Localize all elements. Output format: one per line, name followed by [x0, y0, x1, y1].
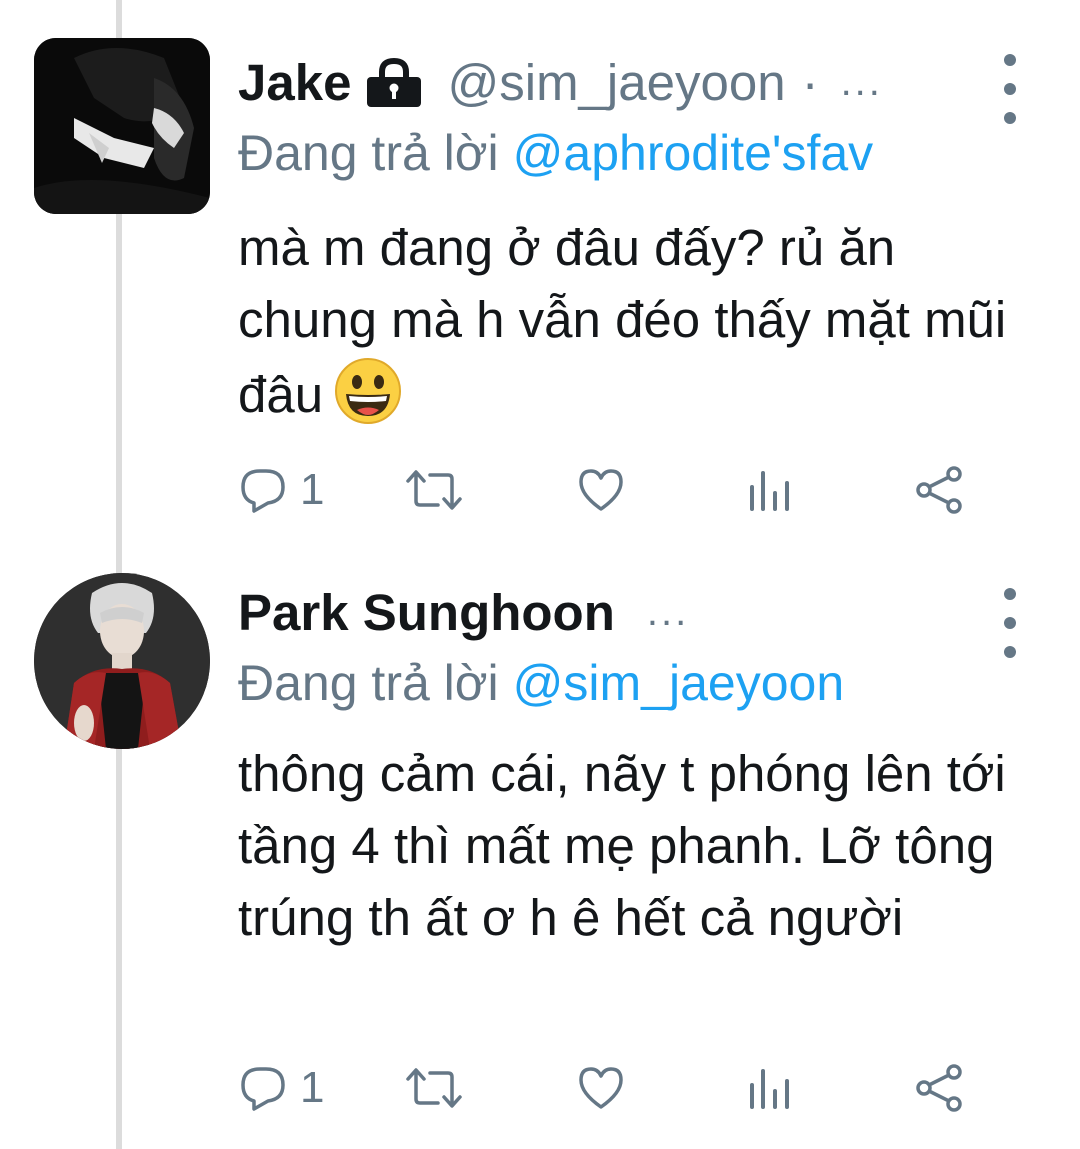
replying-to: Đang trả lời @sim_jaeyoon	[238, 654, 844, 712]
timestamp-ellipsis: ...	[840, 59, 883, 104]
tweet-header: Park Sunghoon ...	[238, 580, 689, 644]
more-vertical-icon[interactable]	[998, 54, 1022, 124]
reply-button[interactable]: 1	[238, 460, 324, 520]
tweet-actions: 1	[238, 1058, 998, 1118]
tweet-actions: 1	[238, 460, 998, 520]
retweet-icon	[404, 465, 464, 515]
replying-to-label: Đang trả lời	[238, 125, 499, 181]
avatar[interactable]	[34, 573, 210, 749]
avatar-image	[34, 573, 210, 749]
analytics-button[interactable]	[748, 1058, 792, 1118]
reply-count: 1	[300, 465, 325, 514]
analytics-button[interactable]	[748, 460, 792, 520]
analytics-icon	[748, 1063, 792, 1113]
replying-to: Đang trả lời @aphrodite'sfav	[238, 124, 873, 182]
retweet-icon	[404, 1063, 464, 1113]
heart-icon	[576, 1063, 626, 1113]
tweet-text: mà m đang ở đâu đấy? rủ ăn chung mà h vẫ…	[238, 212, 1038, 445]
user-handle[interactable]: @sim_jaeyoon	[447, 53, 785, 112]
share-icon	[914, 1063, 966, 1113]
reply-icon	[238, 465, 288, 515]
replying-to-label: Đang trả lời	[238, 655, 499, 711]
tweet-text: thông cảm cái, nãy t phóng lên tới tầng …	[238, 738, 1038, 954]
tweet-header: Jake @sim_jaeyoon · ...	[238, 50, 883, 114]
tweet-text-content: thông cảm cái, nãy t phóng lên tới tầng …	[238, 745, 1006, 946]
reply-count: 1	[300, 1063, 325, 1112]
timestamp-ellipsis: ...	[646, 589, 690, 634]
analytics-icon	[748, 465, 792, 515]
tweet-thread: Jake @sim_jaeyoon · ... Đang trả lời @aph…	[0, 0, 1080, 1149]
display-name[interactable]: Park Sunghoon	[238, 583, 615, 642]
reply-button[interactable]: 1	[238, 1058, 324, 1118]
replying-to-mention[interactable]: @sim_jaeyoon	[513, 655, 844, 711]
like-button[interactable]	[576, 1058, 626, 1118]
lock-icon	[365, 57, 423, 107]
avatar-image	[34, 38, 210, 214]
heart-icon	[576, 465, 626, 515]
grinning-face-emoji-icon	[333, 356, 403, 445]
reply-icon	[238, 1063, 288, 1113]
retweet-button[interactable]	[404, 1058, 464, 1118]
replying-to-mention[interactable]: @aphrodite'sfav	[513, 125, 874, 181]
share-button[interactable]	[914, 460, 966, 520]
display-name[interactable]: Jake	[238, 53, 351, 112]
retweet-button[interactable]	[404, 460, 464, 520]
like-button[interactable]	[576, 460, 626, 520]
share-button[interactable]	[914, 1058, 966, 1118]
share-icon	[914, 465, 966, 515]
avatar[interactable]	[34, 38, 210, 214]
separator-dot: ·	[801, 53, 819, 111]
more-vertical-icon[interactable]	[998, 588, 1022, 658]
